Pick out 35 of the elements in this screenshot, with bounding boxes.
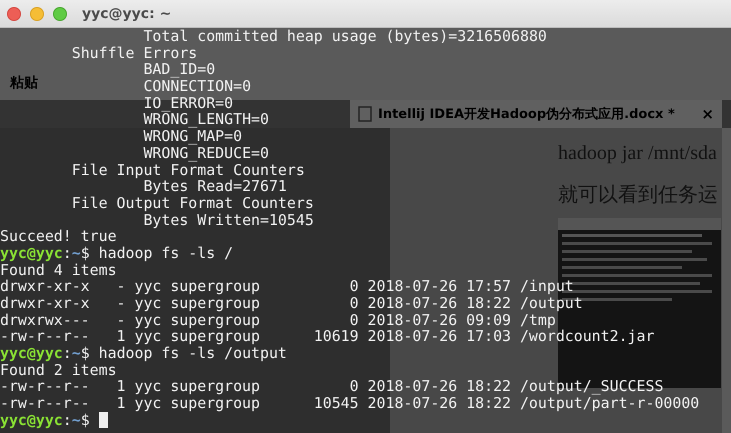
minimize-button[interactable] (30, 6, 44, 20)
terminal-line: drwxr-xr-x - yyc supergroup 0 2018-07-26 18:22 /output (0, 294, 583, 312)
document-tab[interactable]: Intellij IDEA开发Hadoop伪分布式应用.docx * × (350, 100, 722, 128)
terminal-line: drwxrwx--- - yyc supergroup 0 2018-07-26 09:09 /tmp (0, 310, 556, 329)
terminal-line: -rw-r--r-- 1 yyc supergroup 0 2018-07-26 18:22 /output/_SUCCESS (0, 377, 664, 396)
tab-title: Intellij IDEA开发Hadoop伪分布式应用.docx * (378, 106, 676, 123)
window-title: yyc@yyc: ~ (82, 6, 172, 22)
prompt-line: yyc@yyc:~$ hadoop fs -ls / (0, 244, 234, 262)
terminal-line: Found 2 items (0, 360, 117, 379)
prompt-line: yyc@yyc:~$ hadoop fs -ls /output (0, 344, 287, 362)
terminal-line: drwxr-xr-x - yyc supergroup 0 2018-07-26 17:57 /input (0, 277, 574, 296)
terminal-line: IO_ERROR=0 (143, 94, 234, 112)
terminal-line: Bytes Read=27671 (143, 177, 287, 196)
terminal-line: Found 4 items (0, 260, 117, 279)
terminal-line: Total committed heap usage (bytes)=3216506880 (143, 28, 547, 45)
terminal-line: -rw-r--r-- 1 yyc supergroup 10619 2018-07-26 17:03 /wordcount2.jar (0, 327, 654, 346)
terminal-line: Succeed! true (0, 227, 117, 246)
document-icon (358, 106, 372, 122)
document-text: hadoop jar /mnt/sda (558, 142, 718, 165)
terminal-line: File Input Format Counters (72, 160, 305, 178)
terminal-line: Bytes Written=10545 (143, 210, 314, 229)
prompt-line: yyc@yyc:~$ (0, 410, 90, 429)
terminal-line: File Output Format Counters (72, 194, 314, 212)
terminal-line: WRONG_MAP=0 (143, 127, 242, 146)
close-button[interactable] (7, 6, 21, 20)
close-tab-button[interactable]: × (701, 105, 714, 123)
terminal-line: WRONG_LENGTH=0 (143, 110, 269, 128)
maximize-button[interactable] (53, 6, 67, 20)
terminal-line: -rw-r--r-- 1 yyc supergroup 10545 2018-07-26 18:22 /output/part-r-00000 (0, 394, 700, 412)
terminal-line: WRONG_REDUCE=0 (143, 144, 269, 162)
terminal-line: CONNECTION=0 (143, 77, 252, 96)
terminal-line: Shuffle Errors (72, 44, 198, 62)
terminal-line: BAD_ID=0 (143, 60, 216, 78)
scroll-bar[interactable] (722, 128, 731, 433)
paste-button[interactable]: 粘贴 (10, 74, 38, 92)
